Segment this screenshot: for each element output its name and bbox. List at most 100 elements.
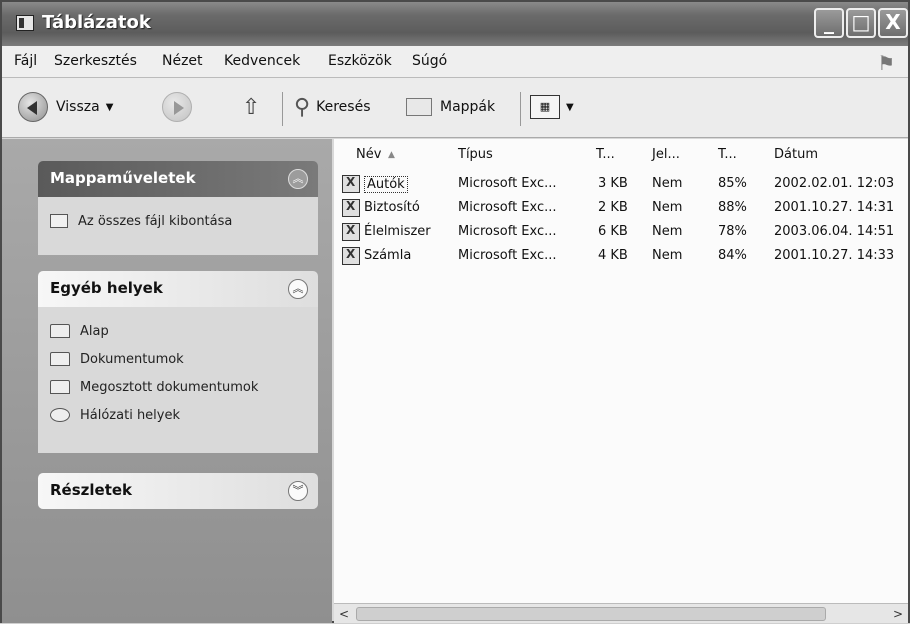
views-icon: ▦ — [530, 95, 560, 119]
table-row[interactable]: Biztosító Microsoft Exc... 2 KB Nem 88% … — [334, 197, 908, 221]
views-button[interactable]: ▦ ▼ — [530, 92, 574, 122]
search-label: Keresés — [316, 99, 371, 115]
file-date: 2003.06.04. 14:51 — [774, 224, 895, 239]
table-row[interactable]: Számla Microsoft Exc... 4 KB Nem 84% 200… — [334, 245, 908, 269]
file-size: 3 KB — [598, 176, 628, 191]
place-link-alap[interactable]: Alap — [50, 317, 306, 345]
other-places-body: Alap Dokumentumok Megosztott dokumentumo… — [38, 307, 318, 453]
excel-file-icon — [342, 223, 360, 241]
details-header[interactable]: Részletek ︾ — [38, 473, 318, 509]
close-button[interactable]: X — [878, 8, 908, 38]
file-name[interactable]: Számla — [364, 248, 411, 263]
file-ratio: 84% — [718, 248, 747, 263]
panel-title: Egyéb helyek — [50, 279, 163, 297]
excel-file-icon — [342, 247, 360, 265]
windows-logo-icon: ⚑ — [879, 51, 894, 75]
forward-arrow-icon — [162, 92, 192, 122]
dropdown-arrow-icon[interactable]: ▼ — [106, 102, 114, 113]
expand-chevron-icon[interactable]: ︾ — [288, 481, 308, 501]
extract-icon — [50, 214, 68, 228]
file-protected: Nem — [652, 248, 683, 263]
extract-all-task[interactable]: Az összes fájl kibontása — [50, 207, 306, 235]
file-size: 4 KB — [598, 248, 628, 263]
folders-label: Mappák — [440, 99, 496, 115]
folder-tasks-body: Az összes fájl kibontása — [38, 197, 318, 255]
toolbar-separator — [282, 92, 283, 126]
menu-view[interactable]: Nézet — [162, 53, 203, 69]
menu-help[interactable]: Súgó — [412, 53, 447, 69]
toolbar-separator — [520, 92, 521, 126]
scroll-right-arrow-icon[interactable]: > — [888, 604, 908, 624]
other-places-header[interactable]: Egyéb helyek ︽ — [38, 271, 318, 307]
back-button[interactable]: Vissza ▼ — [18, 92, 113, 122]
file-ratio: 85% — [718, 176, 747, 191]
other-places-panel: Egyéb helyek ︽ Alap Dokumentumok Megoszt… — [38, 271, 318, 453]
toolbar: Vissza ▼ ⇧ ⚲ Keresés Mappák ▦ ▼ — [2, 78, 908, 138]
forward-button[interactable] — [162, 92, 192, 122]
file-name[interactable]: Biztosító — [364, 200, 420, 215]
file-type: Microsoft Exc... — [458, 248, 557, 263]
place-label: Hálózati helyek — [80, 407, 181, 423]
column-header-size[interactable]: T... — [596, 147, 615, 162]
place-link-network[interactable]: Hálózati helyek — [50, 401, 306, 429]
minimize-button[interactable]: _ — [814, 8, 844, 38]
collapse-chevron-icon[interactable]: ︽ — [288, 169, 308, 189]
search-icon: ⚲ — [294, 94, 311, 120]
menu-tools[interactable]: Eszközök — [328, 53, 392, 69]
file-type: Microsoft Exc... — [458, 224, 557, 239]
menu-edit[interactable]: Szerkesztés — [54, 53, 137, 69]
place-link-documents[interactable]: Dokumentumok — [50, 345, 306, 373]
scroll-left-arrow-icon[interactable]: < — [334, 604, 354, 624]
maximize-button[interactable]: □ — [846, 8, 876, 38]
details-panel: Részletek ︾ — [38, 473, 318, 509]
excel-file-icon — [342, 199, 360, 217]
task-pane: Mappaműveletek ︽ Az összes fájl kibontás… — [2, 139, 332, 623]
place-link-shared-documents[interactable]: Megosztott dokumentumok — [50, 373, 306, 401]
file-size: 6 KB — [598, 224, 628, 239]
explorer-window: Táblázatok _ □ X Fájl Szerkesztés Nézet … — [0, 0, 910, 623]
column-header-ratio[interactable]: T... — [718, 147, 737, 162]
file-date: 2001.10.27. 14:31 — [774, 200, 895, 215]
file-type: Microsoft Exc... — [458, 176, 557, 191]
file-date: 2001.10.27. 14:33 — [774, 248, 895, 263]
panel-title: Részletek — [50, 481, 133, 499]
file-ratio: 78% — [718, 224, 747, 239]
shared-folder-icon — [50, 380, 70, 394]
folders-icon — [406, 98, 432, 116]
column-header-name[interactable]: Név — [356, 147, 381, 162]
window-title: Táblázatok — [42, 12, 151, 33]
file-ratio: 88% — [718, 200, 747, 215]
horizontal-scrollbar[interactable]: < > — [334, 603, 908, 623]
place-label: Megosztott dokumentumok — [80, 379, 259, 395]
network-places-icon — [50, 408, 70, 422]
file-size: 2 KB — [598, 200, 628, 215]
file-list: Név ▲ Típus T... Jel... T... Dátum Autók… — [334, 139, 908, 623]
back-arrow-icon — [18, 92, 48, 122]
place-label: Dokumentumok — [80, 351, 184, 367]
up-folder-icon[interactable]: ⇧ — [242, 92, 260, 122]
file-protected: Nem — [652, 200, 683, 215]
folder-tasks-header[interactable]: Mappaműveletek ︽ — [38, 161, 318, 197]
title-bar[interactable]: Táblázatok _ □ X — [2, 2, 908, 46]
table-row[interactable]: Autók Microsoft Exc... 3 KB Nem 85% 2002… — [334, 173, 908, 197]
sort-arrow-icon: ▲ — [388, 150, 395, 160]
menu-favorites[interactable]: Kedvencek — [224, 53, 300, 69]
place-label: Alap — [80, 323, 109, 339]
dropdown-arrow-icon: ▼ — [566, 101, 574, 113]
scroll-thumb[interactable] — [356, 607, 826, 621]
excel-file-icon — [342, 175, 360, 193]
panel-title: Mappaműveletek — [50, 169, 196, 187]
search-button[interactable]: ⚲ Keresés — [294, 92, 370, 122]
collapse-chevron-icon[interactable]: ︽ — [288, 279, 308, 299]
column-header-protected[interactable]: Jel... — [652, 147, 680, 162]
menu-file[interactable]: Fájl — [14, 53, 37, 69]
file-name[interactable]: Autók — [364, 176, 408, 193]
folders-button[interactable]: Mappák — [406, 92, 495, 122]
menu-bar: Fájl Szerkesztés Nézet Kedvencek Eszközö… — [2, 46, 908, 78]
table-row[interactable]: Élelmiszer Microsoft Exc... 6 KB Nem 78%… — [334, 221, 908, 245]
folder-tasks-panel: Mappaműveletek ︽ Az összes fájl kibontás… — [38, 161, 318, 255]
file-protected: Nem — [652, 224, 683, 239]
file-name[interactable]: Élelmiszer — [364, 224, 431, 239]
column-header-date[interactable]: Dátum — [774, 147, 818, 162]
column-header-type[interactable]: Típus — [458, 147, 493, 162]
